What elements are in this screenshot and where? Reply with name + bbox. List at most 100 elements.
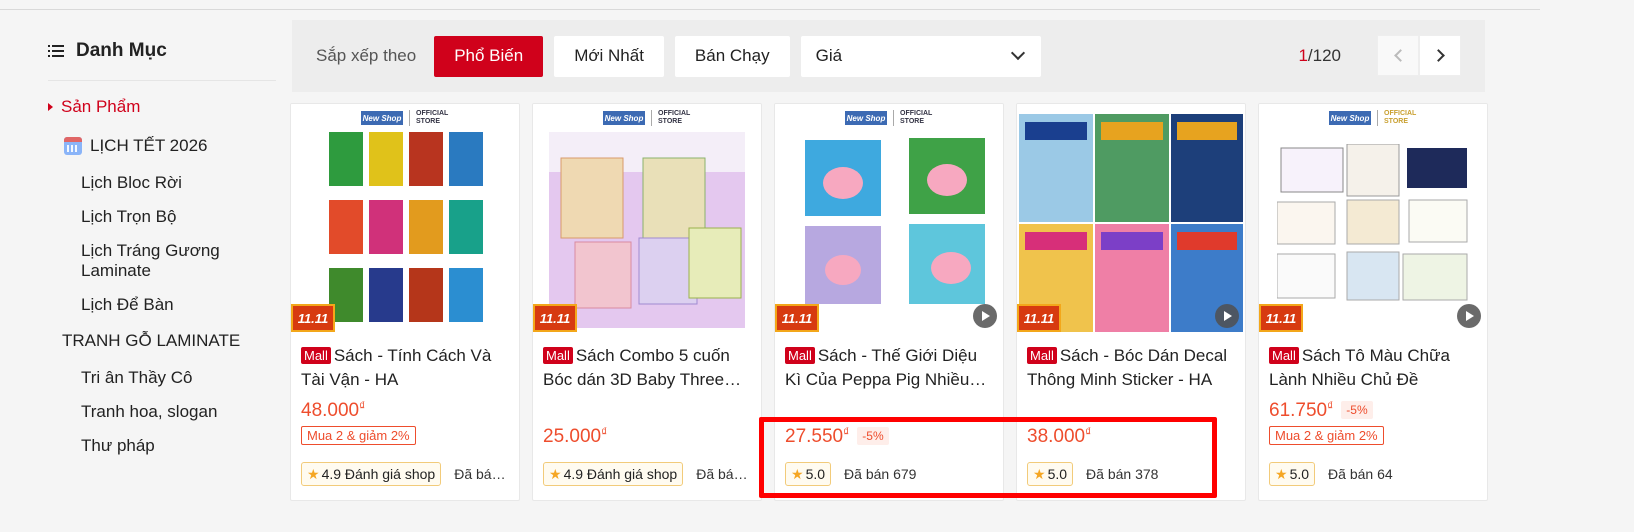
store-logo: New Shop OFFICIAL STORE — [1329, 110, 1417, 126]
rating-row: ★ 4.9 Đánh giá shop Đã bán 1k — [301, 462, 513, 486]
sidebar-item-lich-tron-bo[interactable]: Lịch Trọn Bộ — [48, 207, 276, 227]
page-current: 1 — [1298, 45, 1308, 65]
sale-11-11-badge: 11.11 — [291, 304, 335, 332]
sale-11-11-badge: 11.11 — [775, 304, 819, 332]
sidebar-item-lich-de-ban[interactable]: Lịch Để Bàn — [48, 295, 276, 315]
product-card[interactable]: New Shop OFFICIAL STORE 11.11 Mall Sách - … — [290, 103, 520, 501]
product-price: 61.750₫ — [1269, 398, 1334, 421]
star-icon: ★ — [791, 465, 804, 482]
promo-tag: Mua 2 & giảm 2% — [1269, 426, 1384, 445]
book-cover-art — [329, 132, 483, 322]
sidebar-item-label: Sản Phẩm — [61, 97, 141, 116]
sort-bestseller-button[interactable]: Bán Chạy — [674, 35, 790, 77]
star-icon: ★ — [1275, 465, 1288, 482]
sale-11-11-badge: 11.11 — [533, 304, 577, 332]
caret-right-icon — [48, 103, 53, 111]
product-image[interactable]: 11.11 — [1017, 104, 1245, 332]
product-title[interactable]: Mall Sách - Tính Cách Và Tài Vận - HA — [291, 344, 519, 392]
sort-newest-button[interactable]: Mới Nhất — [554, 35, 664, 77]
product-card[interactable]: New Shop OFFICIAL STORE 11.11 Mall Sách - … — [774, 103, 1004, 501]
product-image[interactable]: New Shop OFFICIAL STORE 11.11 — [1259, 104, 1487, 332]
sidebar-item-label: LỊCH TẾT 2026 — [90, 136, 208, 155]
category-sidebar: Danh Mục Sản Phẩm LỊCH TẾT 2026 Lịch Blo… — [48, 36, 276, 470]
discount-badge: -5% — [1341, 401, 1373, 419]
next-page-button[interactable] — [1419, 35, 1461, 76]
play-video-icon[interactable] — [1457, 304, 1481, 328]
play-video-icon[interactable] — [973, 304, 997, 328]
store-logo: New Shop OFFICIAL STORE — [361, 110, 449, 126]
list-menu-icon — [48, 44, 64, 58]
price-row: 48.000₫ — [291, 397, 519, 423]
rating-badge: ★ 5.0 — [1027, 462, 1074, 486]
chevron-left-icon — [1393, 49, 1407, 62]
rating-badge: ★ 4.9 Đánh giá shop — [301, 462, 442, 486]
category-header: Danh Mục — [48, 36, 276, 66]
discount-badge: -5% — [857, 427, 889, 445]
book-cover-art — [1019, 114, 1243, 332]
mall-badge: Mall — [301, 347, 331, 364]
prev-page-button[interactable] — [1377, 35, 1419, 76]
price-row: 25.000₫ — [533, 423, 761, 449]
rating-row: ★ 4.9 Đánh giá shop Đã bán 2k — [543, 462, 755, 486]
price-row: 61.750₫ -5% — [1259, 397, 1487, 423]
rating-badge: ★ 5.0 — [785, 462, 832, 486]
sold-count: Đã bán 2k — [696, 466, 755, 482]
mini-pager: 1/120 — [1298, 35, 1461, 76]
product-image[interactable]: New Shop OFFICIAL STORE 11.11 — [291, 104, 519, 332]
sidebar-item-san-pham[interactable]: Sản Phẩm — [48, 95, 276, 119]
product-title[interactable]: Mall Sách Tô Màu Chữa Lành Nhiều Chủ Đề — [1259, 344, 1487, 392]
sold-count: Đã bán 378 — [1086, 466, 1159, 482]
star-icon: ★ — [307, 465, 320, 482]
sold-count: Đã bán 1k — [454, 466, 513, 482]
sale-11-11-badge: 11.11 — [1259, 304, 1303, 332]
product-price: 48.000₫ — [301, 398, 366, 421]
product-title[interactable]: Mall Sách - Bóc Dán Decal Thông Minh Stic… — [1017, 344, 1245, 392]
price-sort-select[interactable]: Giá — [800, 35, 1041, 77]
sidebar-item-lich-trang-guong[interactable]: Lịch Tráng Gương Laminate — [48, 241, 228, 281]
product-title[interactable]: Mall Sách - Thế Giới Diệu Kì Của Peppa Pi… — [775, 344, 1003, 392]
chevron-down-icon — [1010, 45, 1025, 61]
chevron-right-icon — [1431, 49, 1445, 62]
rating-badge: ★ 5.0 — [1269, 462, 1316, 486]
sort-popular-button[interactable]: Phổ Biến — [434, 35, 544, 77]
sidebar-item-tri-an-thay-co[interactable]: Tri ân Thầy Cô — [48, 368, 276, 388]
sidebar-item-lich-tet-2026[interactable]: LỊCH TẾT 2026 — [48, 134, 276, 158]
rating-row: ★ 5.0 Đã bán 378 — [1027, 462, 1239, 486]
book-cover-art — [549, 132, 745, 328]
play-video-icon[interactable] — [1215, 304, 1239, 328]
page-indicator: 1/120 — [1298, 46, 1341, 66]
sidebar-divider — [48, 80, 276, 81]
sidebar-item-lich-bloc-roi[interactable]: Lịch Bloc Rời — [48, 173, 276, 193]
calendar-icon — [64, 137, 82, 155]
sidebar-item-tranh-hoa-slogan[interactable]: Tranh hoa, slogan — [48, 402, 276, 422]
store-logo: New Shop OFFICIAL STORE — [603, 110, 691, 126]
rating-row: ★ 5.0 Đã bán 679 — [785, 462, 997, 486]
star-icon: ★ — [549, 465, 562, 482]
product-grid: New Shop OFFICIAL STORE 11.11 Mall Sách - … — [290, 103, 1500, 501]
category-header-label: Danh Mục — [76, 40, 167, 61]
sidebar-item-tranh-go-laminate[interactable]: TRANH GỖ LAMINATE — [48, 329, 276, 353]
rating-row: ★ 5.0 Đã bán 64 — [1269, 462, 1481, 486]
book-cover-art — [805, 138, 985, 304]
book-cover-art — [1277, 144, 1468, 301]
product-price: 38.000₫ — [1027, 424, 1092, 447]
mall-badge: Mall — [1027, 347, 1057, 364]
sort-bar: Sắp xếp theo Phổ Biến Mới Nhất Bán Chạy … — [292, 20, 1485, 92]
rating-badge: ★ 4.9 Đánh giá shop — [543, 462, 684, 486]
sold-count: Đã bán 64 — [1328, 466, 1393, 482]
mall-badge: Mall — [1269, 347, 1299, 364]
product-image[interactable]: New Shop OFFICIAL STORE 11.11 — [775, 104, 1003, 332]
price-row: 27.550₫ -5% — [775, 423, 1003, 449]
product-card[interactable]: 11.11 Mall Sách - Bóc Dán Decal Thông Min… — [1016, 103, 1246, 501]
top-border — [0, 0, 1540, 10]
product-card[interactable]: New Shop OFFICIAL STORE 11.11 Mall Sách Tô… — [1258, 103, 1488, 501]
sort-label: Sắp xếp theo — [316, 46, 417, 65]
product-title[interactable]: Mall Sách Combo 5 cuốn Bóc dán 3D Baby Th… — [533, 344, 761, 392]
sale-11-11-badge: 11.11 — [1017, 304, 1061, 332]
product-image[interactable]: New Shop OFFICIAL STORE 11.11 — [533, 104, 761, 332]
product-card[interactable]: New Shop OFFICIAL STORE 11.11 Mall Sách Co… — [532, 103, 762, 501]
price-sort-label: Giá — [815, 46, 843, 65]
product-price: 25.000₫ — [543, 424, 608, 447]
sold-count: Đã bán 679 — [844, 466, 917, 482]
sidebar-item-thu-phap[interactable]: Thư pháp — [48, 436, 276, 456]
